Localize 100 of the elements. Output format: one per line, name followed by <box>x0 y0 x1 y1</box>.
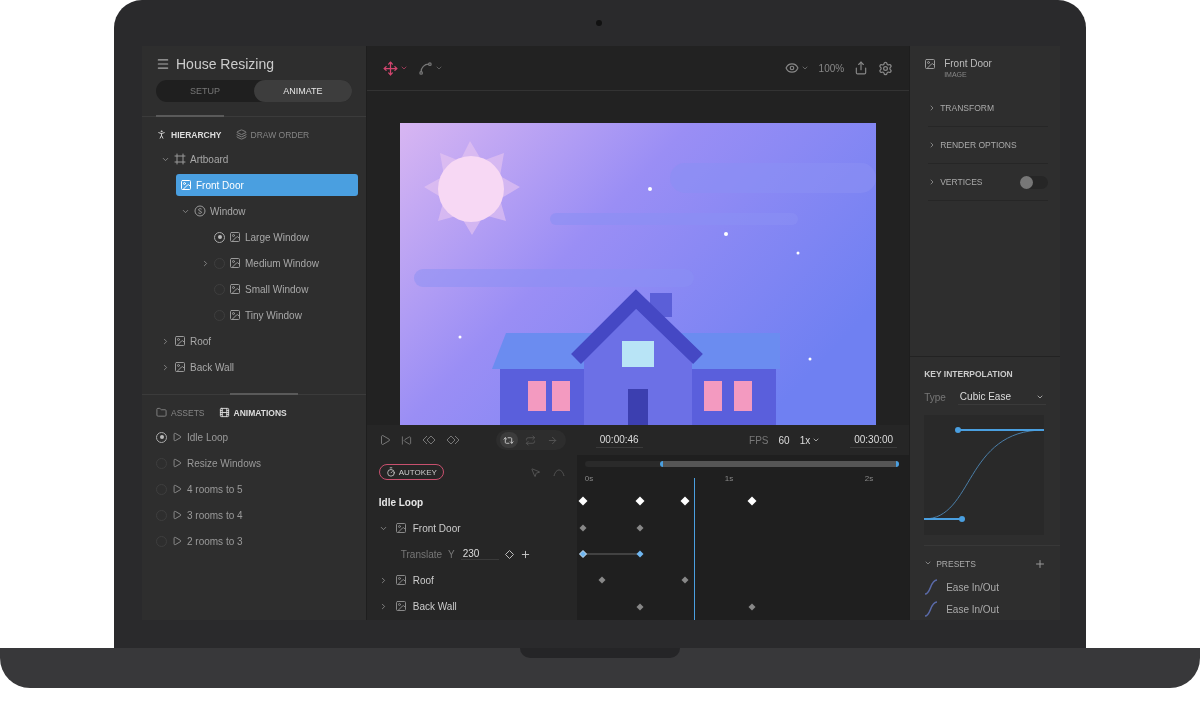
keyframe-track-drawing <box>576 547 646 560</box>
loop-icon <box>525 434 537 446</box>
tree-item[interactable]: Window <box>176 200 358 222</box>
range-handle[interactable] <box>659 461 900 467</box>
menu-icon[interactable] <box>156 57 170 71</box>
folder-icon <box>156 407 167 418</box>
value-field[interactable]: 230 <box>460 548 500 560</box>
panel-tab[interactable]: DRAW ORDER <box>235 129 310 140</box>
inspector-section[interactable]: TRANSFORM <box>928 90 1048 127</box>
image-icon <box>174 335 186 347</box>
image-icon <box>229 309 241 321</box>
section-title: KEY INTERPOLATION <box>924 369 1014 379</box>
play-icon <box>172 510 182 520</box>
current-time-field[interactable]: 00:00:46 <box>595 432 643 448</box>
type-label: Type <box>924 391 946 403</box>
previous-key-icon[interactable] <box>421 435 436 445</box>
tree-item[interactable]: Back Wall <box>156 356 358 378</box>
tree-item[interactable]: Medium Window <box>196 252 358 274</box>
chevron-down-icon <box>399 64 408 72</box>
animation-item[interactable]: 4 rooms to 5 <box>156 478 352 500</box>
tree-item[interactable]: Artboard <box>156 148 358 170</box>
image-icon <box>394 600 407 612</box>
library-tab[interactable]: ANIMATIONS <box>218 407 287 418</box>
tool-button[interactable] <box>417 60 443 76</box>
share-button[interactable] <box>854 61 869 75</box>
settings-button[interactable] <box>878 60 894 76</box>
track-name: Roof <box>412 574 434 586</box>
image-icon <box>229 283 241 295</box>
skip-back-icon[interactable] <box>400 434 412 446</box>
track-name: Front Door <box>412 522 461 534</box>
tree-item[interactable]: Roof <box>156 330 358 352</box>
pointer-icon[interactable] <box>529 466 541 478</box>
library-tab[interactable]: ASSETS <box>156 407 205 418</box>
image-icon <box>180 179 192 191</box>
loop-mode-button[interactable] <box>499 432 518 448</box>
ease-curve-icon <box>924 601 939 617</box>
next-key-icon[interactable] <box>445 435 460 445</box>
bone-icon <box>417 60 433 76</box>
object-name: Front Door <box>944 58 992 69</box>
speed-dropdown[interactable]: 1x <box>799 434 821 446</box>
share-icon <box>854 61 869 75</box>
chevron-down-icon <box>800 64 809 72</box>
image-icon <box>174 361 186 373</box>
zoom-level: 100% <box>818 62 845 74</box>
fps-value: 60 <box>778 434 790 446</box>
play-icon <box>172 484 182 494</box>
chevron-down-icon <box>434 64 443 72</box>
camera-dot <box>596 20 602 26</box>
animation-item[interactable]: 3 rooms to 4 <box>156 504 352 526</box>
track-name: Back Wall <box>412 600 457 612</box>
ease-curve-icon <box>924 579 939 595</box>
preset-item[interactable]: Ease In/Out <box>910 576 1060 598</box>
axis-label: Y <box>448 548 455 560</box>
animation-item[interactable]: 2 rooms to 3 <box>156 530 352 552</box>
mode-tab[interactable]: ANIMATE <box>253 80 352 102</box>
settings-icon <box>878 60 894 76</box>
panel-tab[interactable]: HIERARCHY <box>156 129 222 140</box>
preset-item[interactable]: Ease In/Out <box>910 598 1060 620</box>
tool-button[interactable] <box>382 60 408 76</box>
section-title: PRESETS <box>936 559 976 569</box>
visibility-button[interactable] <box>784 61 809 75</box>
toggle-switch[interactable] <box>1020 175 1048 189</box>
ping-pong-icon <box>503 434 515 446</box>
ruler-tick: 1s <box>724 474 734 483</box>
ruler-tick: 2s <box>864 474 874 483</box>
inspector-section[interactable]: VERTICES <box>928 164 1048 201</box>
add-button[interactable] <box>1034 558 1046 570</box>
layers-icon <box>235 129 247 140</box>
project-title: House Resizing <box>176 56 275 72</box>
animation-item[interactable]: Idle Loop <box>156 426 352 448</box>
film-icon <box>218 407 230 418</box>
inspector-section[interactable]: RENDER OPTIONS <box>928 127 1048 164</box>
image-icon <box>394 574 407 586</box>
image-icon <box>229 231 241 243</box>
mode-tab[interactable]: SETUP <box>156 80 254 102</box>
ruler-tick: 0s <box>584 474 594 483</box>
eye-icon <box>784 61 799 75</box>
move-icon <box>382 60 398 76</box>
arrow-right-icon <box>547 434 559 446</box>
image-icon <box>924 58 937 70</box>
person-icon <box>156 129 167 140</box>
animation-name: Idle Loop <box>378 496 424 508</box>
tree-item[interactable]: Small Window <box>196 278 358 300</box>
keyframe-icon[interactable] <box>505 549 515 559</box>
property-name: Translate <box>400 548 443 560</box>
play-icon <box>172 458 182 468</box>
duration-field[interactable]: 00:30:00 <box>850 432 898 448</box>
play-icon[interactable] <box>378 434 391 446</box>
plus-icon <box>1034 558 1046 570</box>
timer-icon <box>385 467 396 477</box>
solo-icon <box>194 205 206 217</box>
animation-item[interactable]: Resize Windows <box>156 452 352 474</box>
play-icon <box>172 536 182 546</box>
curve-icon[interactable] <box>552 467 565 477</box>
tree-item[interactable]: Large Window <box>196 226 358 248</box>
tree-item[interactable]: Tiny Window <box>196 304 358 326</box>
type-dropdown[interactable]: Cubic Ease <box>957 389 1046 405</box>
fps-label: FPS <box>749 434 769 446</box>
artboard-icon <box>174 153 186 165</box>
add-icon[interactable] <box>520 548 532 560</box>
